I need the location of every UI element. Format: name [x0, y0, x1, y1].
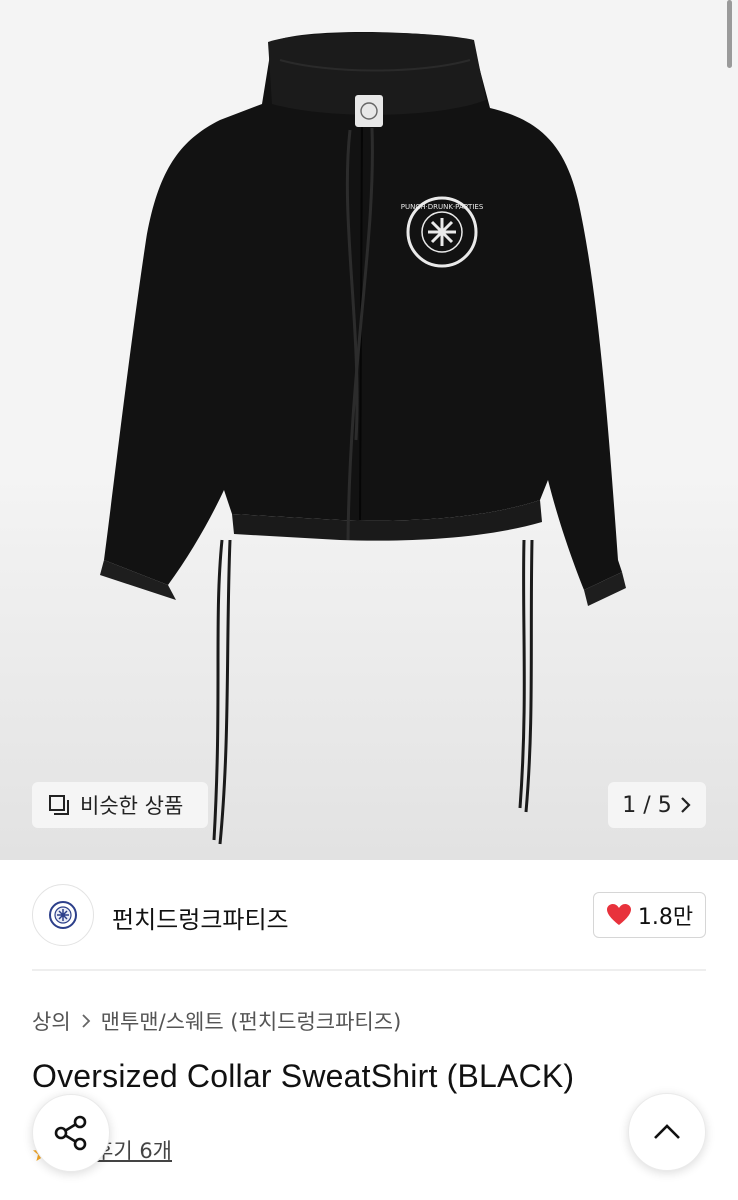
brand-logo[interactable]: [32, 884, 94, 946]
page-separator: /: [643, 792, 651, 818]
image-page-indicator[interactable]: 1 / 5: [608, 782, 706, 828]
breadcrumb-subcategory[interactable]: 맨투맨/스웨트 (펀치드렁크파티즈): [101, 1006, 402, 1036]
product-photo: PUNCH·DRUNK·PARTIES: [100, 32, 626, 845]
brand-name-link[interactable]: 펀치드렁크파티즈: [112, 900, 289, 935]
page-total: 5: [657, 792, 672, 818]
like-count: 1.8만: [637, 905, 694, 930]
similar-items-icon: [49, 795, 69, 815]
section-divider: [32, 969, 706, 971]
breadcrumb: 상의 맨투맨/스웨트 (펀치드렁크파티즈): [32, 1006, 401, 1036]
chevron-up-icon: [654, 1124, 680, 1139]
product-image-gallery[interactable]: PUNCH·DRUNK·PARTIES 비슷한 상품 1 / 5: [0, 0, 738, 860]
chevron-right-icon: [82, 1014, 90, 1028]
page-scrollbar[interactable]: [727, 0, 732, 68]
brand-row: 펀치드렁크파티즈 1.8만: [32, 884, 706, 946]
share-button[interactable]: [32, 1094, 110, 1172]
breadcrumb-category[interactable]: 상의: [32, 1006, 71, 1036]
share-icon: [54, 1115, 87, 1151]
heart-icon: [606, 904, 631, 925]
page-current: 1: [622, 792, 637, 818]
similar-products-button[interactable]: 비슷한 상품: [32, 782, 208, 828]
page-counter: 1 / 5: [622, 793, 671, 818]
similar-products-label: 비슷한 상품: [80, 794, 184, 818]
emblem-text: PUNCH·DRUNK·PARTIES: [401, 203, 484, 211]
chevron-right-icon: [680, 797, 691, 813]
scroll-to-top-button[interactable]: [628, 1093, 706, 1171]
product-title: Oversized Collar SweatShirt (BLACK): [32, 1058, 575, 1094]
like-button[interactable]: 1.8만: [593, 892, 706, 938]
